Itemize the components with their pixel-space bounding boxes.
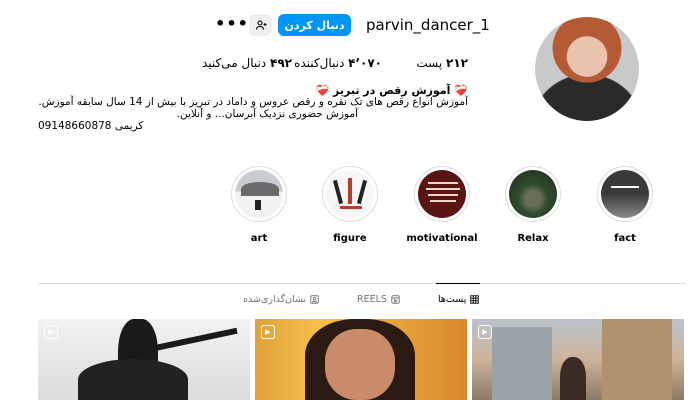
follow-button[interactable]: دنبال کردن (278, 14, 351, 36)
tabs-divider (38, 283, 686, 284)
bio-line: آموزش حضوری نزدیک آبرسان... و آنلاین. (176, 108, 358, 120)
bio-line: آموزش انواع رقص های تک نفره و رقص عروس و… (38, 96, 468, 108)
add-user-icon (255, 20, 266, 30)
highlight-label: art (250, 233, 268, 244)
tab-posts-label: پست‌ها (438, 294, 467, 305)
profile-avatar[interactable] (535, 17, 639, 121)
tab-reels[interactable]: REELS (357, 294, 400, 305)
highlight-cover (601, 170, 649, 218)
posts-count: ۲۱۲ (446, 56, 468, 70)
tagged-icon (310, 295, 319, 304)
posts-label: پست (416, 56, 443, 70)
highlight-label: figure (333, 233, 367, 244)
add-user-button[interactable] (249, 14, 272, 36)
highlight-label: fact (614, 233, 636, 244)
highlight-cover (235, 170, 283, 218)
tab-posts[interactable]: پست‌ها (438, 294, 480, 305)
reel-icon: ▶ (261, 325, 275, 339)
highlight-relax[interactable] (505, 166, 561, 222)
grid-icon (470, 295, 480, 304)
following-label: دنبال می‌کنید (202, 56, 267, 70)
stat-posts: ۲۱۲ پست (416, 56, 468, 70)
post-thumbnail[interactable]: ▶ (255, 319, 467, 400)
more-options-button[interactable]: ••• (215, 12, 248, 34)
tab-tagged-label: نشان‌گذاری‌شده (243, 294, 307, 305)
highlight-cover (418, 170, 466, 218)
reel-icon: ▶ (44, 325, 58, 339)
highlight-art[interactable] (231, 166, 287, 222)
active-tab-indicator (436, 283, 480, 284)
highlight-cover (509, 170, 557, 218)
followers-count: ۴٬۰۷۰ (348, 56, 382, 70)
highlight-cover (326, 170, 374, 218)
bio-phone: 09148660878 کریمی (38, 120, 144, 132)
stat-following[interactable]: ۴۹۲ دنبال می‌کنید (202, 56, 292, 70)
tab-tagged[interactable]: نشان‌گذاری‌شده (243, 294, 319, 305)
post-thumbnail[interactable]: ▶ (38, 319, 250, 400)
highlight-figure[interactable] (322, 166, 378, 222)
reel-icon: ▶ (478, 325, 492, 339)
reels-icon (391, 295, 400, 304)
profile-username: parvin_dancer_1 (366, 16, 490, 34)
stat-followers[interactable]: ۴٬۰۷۰ دنبال‌کننده (294, 56, 382, 70)
tab-reels-label: REELS (357, 294, 387, 305)
more-horizontal-icon: ••• (215, 13, 249, 33)
highlight-fact[interactable] (597, 166, 653, 222)
highlight-motivational[interactable] (414, 166, 470, 222)
following-count: ۴۹۲ (270, 56, 292, 70)
post-thumbnail[interactable]: ▶ (472, 319, 684, 400)
highlight-label: motivational (406, 233, 478, 244)
followers-label: دنبال‌کننده (294, 56, 345, 70)
highlight-label: Relax (517, 233, 549, 244)
